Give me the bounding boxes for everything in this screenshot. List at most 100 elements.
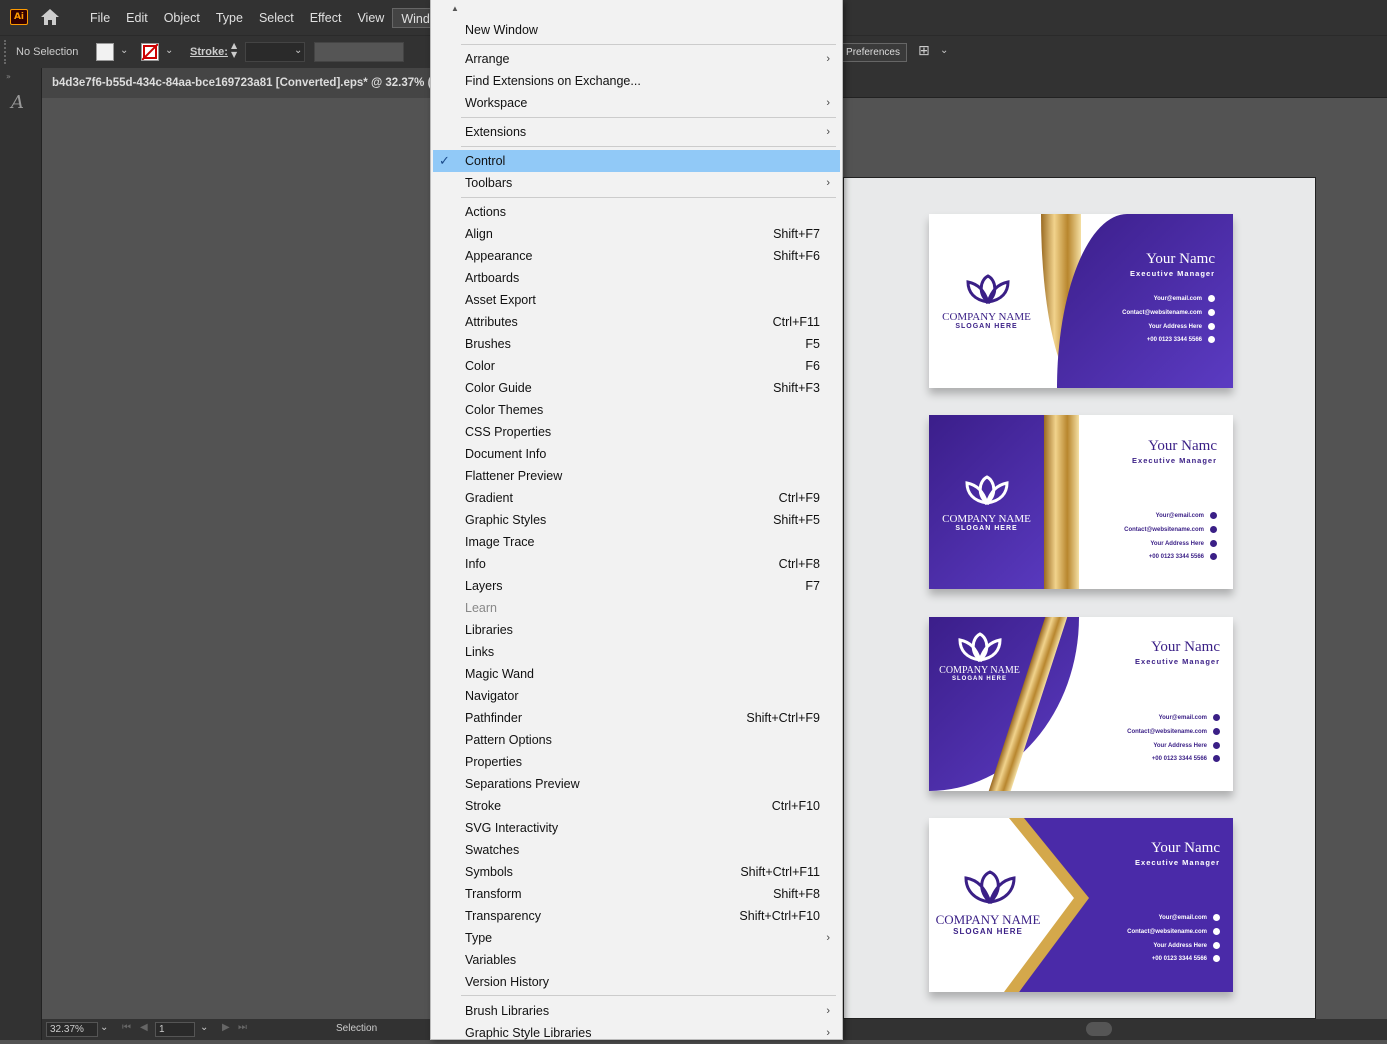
menu-item-info[interactable]: Info Ctrl+F8 [433, 553, 840, 575]
menu-item-links[interactable]: Links [433, 641, 840, 663]
chevron-down-icon[interactable]: ⌄ [200, 1022, 208, 1033]
menu-item-gradient[interactable]: Gradient Ctrl+F9 [433, 487, 840, 509]
menu-item-image-trace[interactable]: Image Trace [433, 531, 840, 553]
menu-type[interactable]: Type [208, 8, 251, 28]
menu-item-stroke[interactable]: Stroke Ctrl+F10 [433, 795, 840, 817]
stroke-swatch[interactable] [141, 43, 159, 61]
menu-item-label: Pathfinder [465, 711, 522, 725]
menu-item-libraries[interactable]: Libraries [433, 619, 840, 641]
menu-select[interactable]: Select [251, 8, 302, 28]
menu-item-css-properties[interactable]: CSS Properties [433, 421, 840, 443]
menu-item-swatches[interactable]: Swatches [433, 839, 840, 861]
menu-item-label: Image Trace [465, 535, 535, 549]
company-name: COMPANY NAME [942, 311, 1031, 323]
menu-item-asset-export[interactable]: Asset Export [433, 289, 840, 311]
shortcut-label: Shift+F3 [773, 381, 820, 395]
fill-swatch[interactable] [96, 43, 114, 61]
menu-item-label: Color [465, 359, 495, 373]
menu-item-flattener-preview[interactable]: Flattener Preview [433, 465, 840, 487]
home-icon[interactable] [40, 8, 60, 29]
menu-item-label: Toolbars [465, 176, 513, 190]
menu-item-attributes[interactable]: Attributes Ctrl+F11 [433, 311, 840, 333]
type-tool-icon[interactable]: A [11, 92, 24, 113]
menu-object[interactable]: Object [156, 8, 208, 28]
shortcut-label: Ctrl+F10 [771, 799, 820, 813]
document-tab[interactable]: b4d3e7f6-b55d-434c-84aa-bce169723a81 [Co… [42, 68, 442, 98]
arrange-icon[interactable]: ⊞ [918, 43, 930, 59]
menu-item-navigator[interactable]: Navigator [433, 685, 840, 707]
menu-item-properties[interactable]: Properties [433, 751, 840, 773]
menu-edit[interactable]: Edit [118, 8, 156, 28]
menu-item-separations-preview[interactable]: Separations Preview [433, 773, 840, 795]
menu-item-symbols[interactable]: Symbols Shift+Ctrl+F11 [433, 861, 840, 883]
menu-item-brushes[interactable]: Brushes F5 [433, 333, 840, 355]
menu-item-label: Extensions [465, 125, 527, 139]
menu-item-magic-wand[interactable]: Magic Wand [433, 663, 840, 685]
menu-item-actions[interactable]: Actions [433, 201, 840, 223]
menu-item-document-info[interactable]: Document Info [433, 443, 840, 465]
menu-item-color-guide[interactable]: Color Guide Shift+F3 [433, 377, 840, 399]
variable-width-dropdown[interactable] [314, 42, 404, 62]
zoom-field[interactable]: 32.37% [46, 1022, 98, 1037]
menu-item-find-extensions-on-exchange[interactable]: Find Extensions on Exchange... [433, 70, 840, 92]
shortcut-label: Shift+F8 [773, 887, 820, 901]
business-card-3[interactable]: COMPANY NAME SLOGAN HERE Your Namc Execu… [929, 617, 1233, 791]
menu-item-layers[interactable]: Layers F7 [433, 575, 840, 597]
menu-item-pathfinder[interactable]: Pathfinder Shift+Ctrl+F9 [433, 707, 840, 729]
stroke-stepper[interactable]: ▲ ▼ [231, 41, 243, 61]
menu-item-label: Version History [465, 975, 550, 989]
business-card-4[interactable]: COMPANY NAME SLOGAN HERE Your Namc Execu… [929, 818, 1233, 992]
scroll-up-icon[interactable]: ▲ [451, 4, 459, 13]
menu-separator [461, 995, 836, 996]
chevron-down-icon[interactable]: ⌄ [120, 45, 128, 56]
menu-item-transform[interactable]: Transform Shift+F8 [433, 883, 840, 905]
preferences-button[interactable]: Preferences [839, 43, 907, 62]
menu-item-label: Libraries [465, 623, 513, 637]
grip-handle[interactable] [4, 40, 6, 64]
menu-item-type[interactable]: Type › [433, 927, 840, 949]
menu-item-graphic-styles[interactable]: Graphic Styles Shift+F5 [433, 509, 840, 531]
chevron-down-icon[interactable]: ⌄ [940, 45, 948, 56]
menu-item-variables[interactable]: Variables [433, 949, 840, 971]
page-field[interactable]: 1 [155, 1022, 195, 1037]
menu-view[interactable]: View [349, 8, 392, 28]
menu-item-toolbars[interactable]: Toolbars › [433, 172, 840, 194]
menu-item-control[interactable]: ✓ Control [433, 150, 840, 172]
horizontal-scrollbar-thumb[interactable] [1086, 1022, 1112, 1036]
chevron-down-icon[interactable]: ⌄ [100, 1022, 108, 1033]
next-page-icon[interactable]: ▶ [222, 1022, 230, 1033]
menu-item-version-history[interactable]: Version History [433, 971, 840, 993]
menu-item-label: Pattern Options [465, 733, 552, 747]
menu-item-appearance[interactable]: Appearance Shift+F6 [433, 245, 840, 267]
menu-item-color[interactable]: Color F6 [433, 355, 840, 377]
business-card-2[interactable]: COMPANY NAME SLOGAN HERE Your Namc Execu… [929, 415, 1233, 589]
menu-file[interactable]: File [82, 8, 118, 28]
chevron-down-icon[interactable]: ⌄ [294, 45, 302, 56]
app-logo: Ai [10, 9, 28, 25]
menu-item-graphic-style-libraries[interactable]: Graphic Style Libraries › [433, 1022, 840, 1044]
menu-separator [461, 146, 836, 147]
chevron-down-icon[interactable]: ⌄ [165, 45, 173, 56]
prev-page-icon[interactable]: ◀ [140, 1022, 148, 1033]
menu-item-extensions[interactable]: Extensions › [433, 121, 840, 143]
menu-item-pattern-options[interactable]: Pattern Options [433, 729, 840, 751]
menu-item-workspace[interactable]: Workspace › [433, 92, 840, 114]
menu-item-brush-libraries[interactable]: Brush Libraries › [433, 1000, 840, 1022]
menu-item-new-window[interactable]: New Window [433, 19, 840, 41]
last-page-icon[interactable]: ⏭ [238, 1022, 247, 1033]
menu-item-label: Stroke [465, 799, 502, 813]
menu-item-transparency[interactable]: Transparency Shift+Ctrl+F10 [433, 905, 840, 927]
first-page-icon[interactable]: ⏮ [122, 1022, 131, 1033]
business-card-1[interactable]: COMPANY NAME SLOGAN HERE Your Namc Execu… [929, 214, 1233, 388]
menu-item-arrange[interactable]: Arrange › [433, 48, 840, 70]
collapse-icon[interactable]: » [6, 72, 11, 81]
company-name: COMPANY NAME [935, 912, 1041, 927]
shortcut-label: Shift+Ctrl+F9 [746, 711, 820, 725]
menu-item-color-themes[interactable]: Color Themes [433, 399, 840, 421]
shortcut-label: Ctrl+F9 [778, 491, 820, 505]
menu-item-artboards[interactable]: Artboards [433, 267, 840, 289]
menu-item-svg-interactivity[interactable]: SVG Interactivity [433, 817, 840, 839]
menu-item-label: SVG Interactivity [465, 821, 559, 835]
menu-item-align[interactable]: Align Shift+F7 [433, 223, 840, 245]
menu-effect[interactable]: Effect [302, 8, 350, 28]
